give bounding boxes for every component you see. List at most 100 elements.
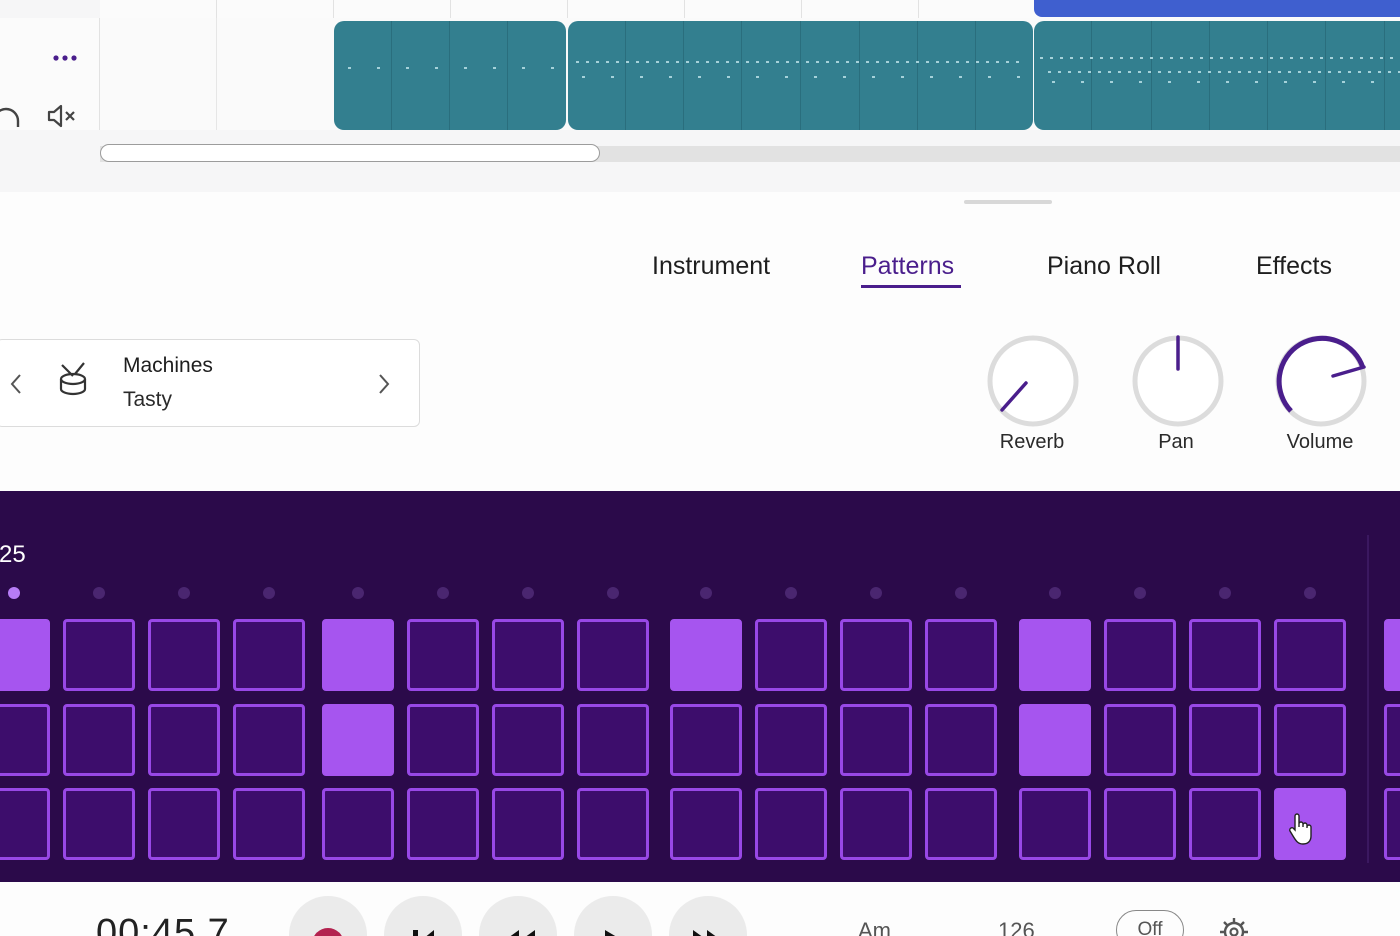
- speaker-muted-icon[interactable]: [46, 102, 78, 130]
- step-pad[interactable]: [1384, 704, 1400, 776]
- fast-forward-button[interactable]: [669, 896, 747, 936]
- skip-to-start-button[interactable]: [384, 896, 462, 936]
- step-indicator-dot: [1219, 587, 1231, 599]
- step-pad[interactable]: [1104, 704, 1176, 776]
- step-pad[interactable]: [492, 788, 564, 860]
- metronome-toggle[interactable]: Off: [1116, 910, 1184, 936]
- ruler-tick: [450, 0, 451, 18]
- volume-knob[interactable]: [1271, 331, 1371, 431]
- play-button[interactable]: [574, 896, 652, 936]
- step-pad[interactable]: [577, 788, 649, 860]
- active-tab-indicator: [861, 285, 961, 288]
- step-pad[interactable]: [670, 788, 742, 860]
- step-pad[interactable]: [407, 619, 479, 691]
- step-pad[interactable]: [0, 619, 50, 691]
- step-pad[interactable]: [925, 704, 997, 776]
- horizontal-scrollbar-thumb[interactable]: [100, 144, 600, 162]
- tab-instrument[interactable]: Instrument: [652, 252, 770, 281]
- step-pad[interactable]: [0, 704, 50, 776]
- step-pad[interactable]: [755, 619, 827, 691]
- step-pad[interactable]: [755, 704, 827, 776]
- instrument-selector[interactable]: Machines Tasty: [0, 339, 420, 427]
- pan-knob[interactable]: [1128, 331, 1228, 431]
- step-pad[interactable]: [577, 619, 649, 691]
- step-pad[interactable]: [0, 788, 50, 860]
- step-indicator-dot: [870, 587, 882, 599]
- reverb-label: Reverb: [999, 431, 1065, 453]
- key-signature[interactable]: Am: [858, 918, 891, 936]
- timeline-panel: [0, 0, 1400, 192]
- ruler-tick: [216, 0, 217, 18]
- step-pad[interactable]: [925, 619, 997, 691]
- step-pad[interactable]: [670, 619, 742, 691]
- step-pad[interactable]: [1189, 788, 1261, 860]
- step-pad[interactable]: [1274, 704, 1346, 776]
- step-pad[interactable]: [1189, 704, 1261, 776]
- step-pad[interactable]: [755, 788, 827, 860]
- tab-patterns[interactable]: Patterns: [861, 252, 954, 281]
- step-pad[interactable]: [322, 619, 394, 691]
- gear-icon[interactable]: [1218, 916, 1250, 936]
- reverb-knob[interactable]: [983, 331, 1083, 431]
- clip[interactable]: [568, 21, 1033, 130]
- step-pad[interactable]: [1384, 619, 1400, 691]
- step-pad[interactable]: [407, 704, 479, 776]
- chevron-left-icon[interactable]: [5, 370, 25, 398]
- record-icon: [314, 928, 342, 936]
- step-pad[interactable]: [233, 704, 305, 776]
- step-pad[interactable]: [148, 619, 220, 691]
- ruler-tick: [684, 0, 685, 18]
- step-pad[interactable]: [840, 788, 912, 860]
- step-indicator-dot: [700, 587, 712, 599]
- step-pad[interactable]: [1104, 619, 1176, 691]
- step-pad[interactable]: [322, 704, 394, 776]
- step-pad[interactable]: [407, 788, 479, 860]
- step-pad[interactable]: [148, 704, 220, 776]
- headphones-icon[interactable]: [0, 101, 22, 129]
- step-pad[interactable]: [492, 619, 564, 691]
- step-pad[interactable]: [925, 788, 997, 860]
- tempo-value[interactable]: 126: [998, 918, 1035, 936]
- step-pad[interactable]: [1384, 788, 1400, 860]
- step-pad[interactable]: [1019, 619, 1091, 691]
- volume-label: Volume: [1286, 431, 1354, 453]
- step-pad[interactable]: [1019, 704, 1091, 776]
- step-pad[interactable]: [1189, 619, 1261, 691]
- step-pad[interactable]: [1019, 788, 1091, 860]
- tab-piano-roll[interactable]: Piano Roll: [1047, 252, 1161, 281]
- step-pad[interactable]: [148, 788, 220, 860]
- step-indicator-dot: [1304, 587, 1316, 599]
- panel-resize-handle[interactable]: [964, 200, 1052, 204]
- chevron-right-icon[interactable]: [375, 370, 395, 398]
- step-pad[interactable]: [233, 788, 305, 860]
- step-pad[interactable]: [840, 619, 912, 691]
- clip[interactable]: [1034, 21, 1400, 130]
- step-pad[interactable]: [322, 788, 394, 860]
- clip[interactable]: [334, 21, 566, 130]
- ruler-tick: [333, 0, 334, 18]
- step-indicator-dot: [607, 587, 619, 599]
- step-indicator-dot: [1134, 587, 1146, 599]
- step-pad[interactable]: [63, 788, 135, 860]
- loop-region-bar[interactable]: [1034, 0, 1400, 17]
- step-pad[interactable]: [840, 704, 912, 776]
- tab-effects[interactable]: Effects: [1256, 252, 1332, 281]
- step-pad[interactable]: [1104, 788, 1176, 860]
- track-header: [0, 18, 100, 130]
- hand-cursor-icon: [1289, 813, 1312, 845]
- step-pad[interactable]: [670, 704, 742, 776]
- step-indicator-dot: [263, 587, 275, 599]
- step-pad[interactable]: [577, 704, 649, 776]
- ruler-tick: [801, 0, 802, 18]
- step-pad[interactable]: [233, 619, 305, 691]
- more-dots-icon[interactable]: [50, 48, 80, 68]
- step-indicator-dot: [8, 587, 20, 599]
- step-indicator-dot: [178, 587, 190, 599]
- step-pad[interactable]: [1274, 619, 1346, 691]
- record-button[interactable]: [289, 896, 367, 936]
- rewind-button[interactable]: [479, 896, 557, 936]
- pan-label: Pan: [1158, 431, 1194, 453]
- step-pad[interactable]: [63, 704, 135, 776]
- step-pad[interactable]: [492, 704, 564, 776]
- step-pad[interactable]: [63, 619, 135, 691]
